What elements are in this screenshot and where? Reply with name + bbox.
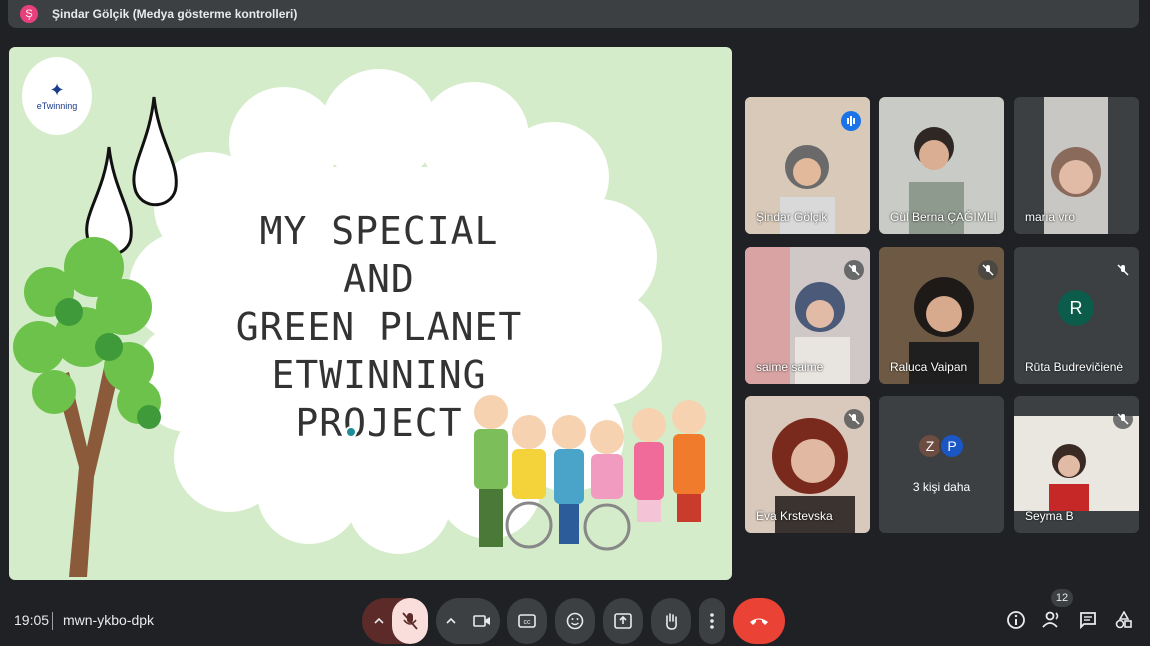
present-icon — [614, 613, 632, 629]
more-avatars: Z P — [917, 433, 965, 459]
captions-icon: cc — [518, 614, 536, 628]
emoji-icon — [566, 612, 584, 630]
participant-name: Raluca Vaipan — [890, 360, 968, 374]
logo-mark-icon: ✦ — [49, 80, 65, 100]
presenter-label: Şindar Gölçik (Medya gösterme kontroller… — [52, 7, 298, 21]
reactions-button[interactable] — [555, 598, 595, 644]
more-vert-icon — [710, 613, 714, 629]
more-options-button[interactable] — [699, 598, 725, 644]
participant-name: maria vro — [1025, 210, 1076, 224]
divider — [52, 612, 53, 630]
participant-tile[interactable]: Raluca Vaipan — [879, 247, 1004, 384]
mic-off-icon — [844, 409, 864, 429]
people-count-badge: 12 — [1051, 589, 1073, 607]
speaking-indicator-icon — [841, 111, 861, 131]
chat-button[interactable] — [1076, 608, 1100, 632]
chat-icon — [1080, 612, 1096, 629]
clock: 19:05 — [14, 612, 50, 628]
participant-tile[interactable]: Gül Berna ÇAĞIMLI — [879, 97, 1004, 234]
meeting-details-button[interactable] — [1004, 608, 1028, 632]
people-button[interactable] — [1040, 608, 1064, 632]
participant-name: Seyma B — [1025, 509, 1074, 523]
camera-toggle-button[interactable] — [464, 598, 500, 644]
end-call-button[interactable] — [733, 598, 785, 644]
participant-name: saime saime — [756, 360, 824, 374]
slide-title-line: PROJECT — [295, 401, 463, 445]
mic-toggle-button[interactable] — [392, 598, 428, 644]
more-participants-tile[interactable]: Z P 3 kişi daha — [879, 396, 1004, 533]
end-call-icon — [750, 618, 768, 625]
people-icon — [1042, 611, 1059, 628]
pointer-cursor — [345, 426, 357, 438]
activities-icon — [1115, 611, 1132, 629]
slide-title-line: ETWINNING — [271, 353, 487, 397]
more-participants-label: 3 kişi daha — [912, 480, 971, 494]
slide-title-line: MY SPECIAL AND — [259, 209, 499, 301]
participant-name: Gül Berna ÇAĞIMLI — [890, 210, 997, 224]
raise-hand-button[interactable] — [651, 598, 691, 644]
avatar: R — [1058, 290, 1094, 326]
svg-text:cc: cc — [524, 619, 532, 626]
presenter-bar[interactable]: Ş Şindar Gölçik (Medya gösterme kontroll… — [8, 0, 1139, 28]
participant-tile[interactable]: Şindar Gölçik — [745, 97, 870, 234]
participant-name: Rūta Budrevičienė — [1025, 360, 1124, 374]
etwinning-logo: ✦ eTwinning — [22, 57, 92, 135]
slide-title-line: GREEN PLANET — [235, 305, 523, 349]
participant-name: Eva Krstevska — [756, 509, 833, 523]
mic-off-icon — [402, 612, 418, 630]
participant-tile[interactable]: saime saime — [745, 247, 870, 384]
activities-button[interactable] — [1112, 608, 1136, 632]
participant-name: Şindar Gölçik — [756, 210, 828, 224]
mic-options-button[interactable] — [370, 598, 388, 644]
mic-off-icon — [978, 260, 998, 280]
hand-icon — [666, 613, 677, 630]
chevron-up-icon — [374, 617, 384, 624]
presenter-avatar: Ş — [20, 5, 38, 23]
participant-tile[interactable]: Seyma B — [1014, 396, 1139, 533]
meeting-code: mwn-ykbo-dpk — [63, 612, 155, 628]
mic-off-icon — [1113, 260, 1133, 280]
captions-button[interactable]: cc — [507, 598, 547, 644]
camera-icon — [473, 615, 490, 627]
present-screen-button[interactable] — [603, 598, 643, 644]
participant-tile[interactable]: R Rūta Budrevičienė — [1014, 247, 1139, 384]
chevron-up-icon — [446, 617, 456, 624]
logo-text: eTwinning — [36, 101, 78, 111]
shared-slide: ✦ eTwinning MY SPECIAL AND GREEN PLANET … — [9, 47, 732, 580]
avatar: P — [939, 433, 965, 459]
info-icon — [1007, 611, 1025, 629]
slide-title: MY SPECIAL AND GREEN PLANET ETWINNING PR… — [229, 207, 529, 447]
participant-tile[interactable]: maria vro — [1014, 97, 1139, 234]
camera-options-button[interactable] — [442, 598, 460, 644]
mic-off-icon — [844, 260, 864, 280]
participant-tile[interactable]: Eva Krstevska — [745, 396, 870, 533]
mic-off-icon — [1113, 409, 1133, 429]
